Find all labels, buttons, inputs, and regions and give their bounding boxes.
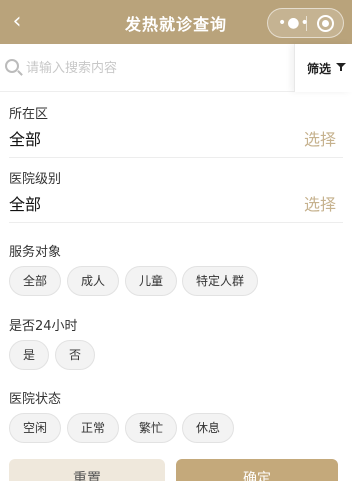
filter-icon (336, 63, 346, 71)
filter-button[interactable]: 筛选 (294, 44, 352, 92)
level-select-button[interactable]: 选择 (304, 191, 336, 215)
district-select-button[interactable]: 选择 (304, 126, 336, 150)
chip-status-idle[interactable]: 空闲 (9, 413, 61, 443)
capsule-divider (306, 16, 307, 31)
reset-button[interactable]: 重置 (9, 459, 165, 481)
more-dots-icon[interactable]: •●• (278, 16, 309, 30)
header-bar: ‹ 发热就诊查询 •●• (0, 0, 352, 44)
district-value[interactable]: 全部 (9, 126, 41, 150)
chip-service-adult[interactable]: 成人 (67, 266, 119, 296)
chip-status-normal[interactable]: 正常 (67, 413, 119, 443)
confirm-button[interactable]: 确定 (176, 459, 338, 481)
chip-allday-no[interactable]: 否 (55, 340, 95, 370)
target-icon[interactable] (317, 15, 334, 32)
chip-service-child[interactable]: 儿童 (125, 266, 177, 296)
status-title: 医院状态 (9, 392, 62, 407)
allday-title: 是否24小时 (9, 319, 78, 334)
search-input[interactable] (26, 57, 276, 79)
chip-service-special[interactable]: 特定人群 (182, 266, 258, 296)
service-title: 服务对象 (9, 245, 62, 260)
search-icon (5, 59, 19, 73)
divider (9, 157, 343, 158)
chip-status-rest[interactable]: 休息 (182, 413, 234, 443)
miniprogram-capsule: •●• (267, 8, 344, 38)
filter-label: 筛选 (307, 62, 332, 76)
chip-status-busy[interactable]: 繁忙 (125, 413, 177, 443)
chip-allday-yes[interactable]: 是 (9, 340, 49, 370)
level-value[interactable]: 全部 (9, 191, 41, 215)
search-row: 筛选 (0, 44, 352, 92)
divider (9, 222, 343, 223)
district-label: 所在区 (9, 107, 49, 122)
level-label: 医院级别 (9, 172, 62, 187)
chip-service-all[interactable]: 全部 (9, 266, 61, 296)
